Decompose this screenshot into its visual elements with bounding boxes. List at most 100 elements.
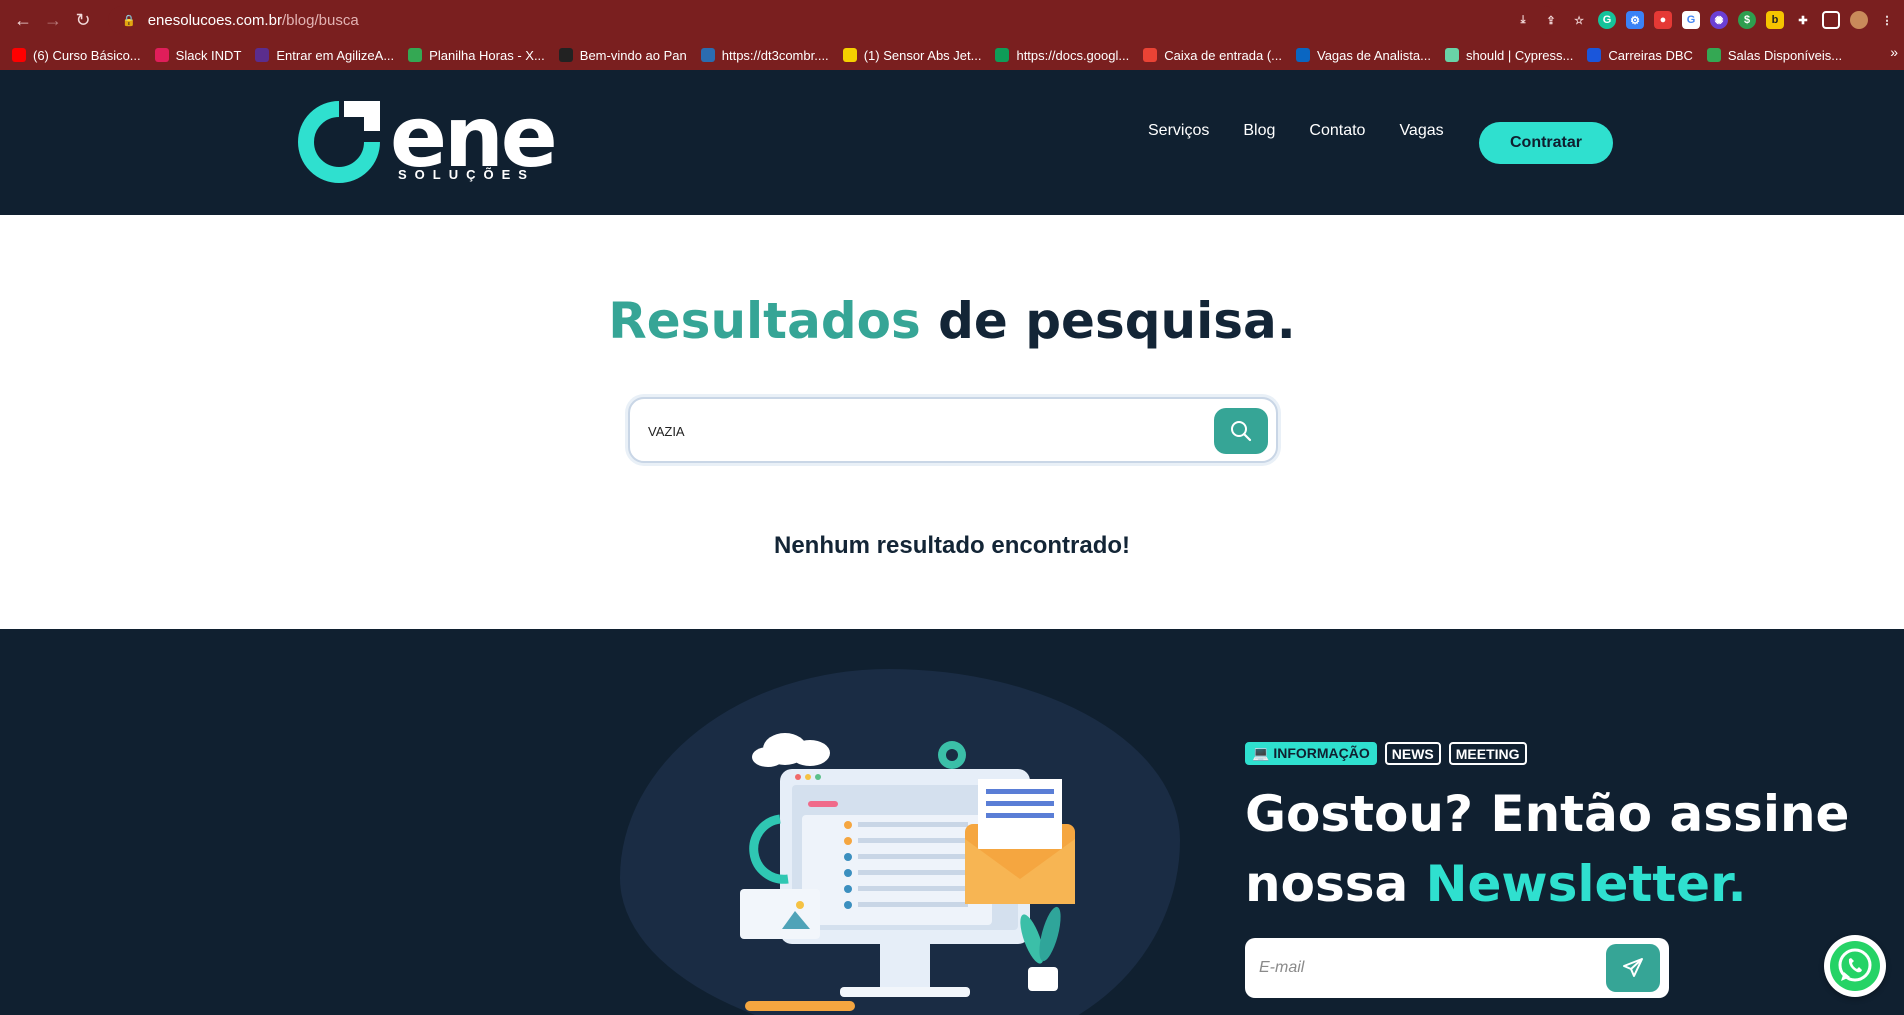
search-input[interactable] bbox=[648, 417, 1188, 445]
email-field[interactable] bbox=[1259, 954, 1589, 982]
puzzle-icon[interactable]: ✚ bbox=[1794, 11, 1812, 29]
bookmark-favicon-icon bbox=[700, 48, 715, 62]
bookmark-label: Slack INDT bbox=[175, 47, 242, 63]
bookmark-label: Salas Disponíveis... bbox=[1727, 47, 1843, 63]
nav-blog[interactable]: Blog bbox=[1243, 122, 1275, 140]
whatsapp-button[interactable] bbox=[1824, 935, 1886, 997]
bookmark-item[interactable]: should | Cypress... bbox=[1444, 47, 1574, 63]
bookmark-label: Planilha Horas - X... bbox=[429, 47, 545, 63]
profile-avatar[interactable] bbox=[1850, 11, 1868, 29]
nav-vagas[interactable]: Vagas bbox=[1399, 122, 1443, 140]
share-icon[interactable]: ⇪ bbox=[1542, 11, 1560, 29]
bookmark-item[interactable]: (1) Sensor Abs Jet... bbox=[842, 47, 982, 63]
bookmark-item[interactable]: Carreiras DBC bbox=[1587, 48, 1693, 63]
page-title-rest: de pesquisa. bbox=[920, 292, 1296, 350]
google-icon[interactable]: G bbox=[1682, 11, 1700, 29]
sidebar-icon[interactable] bbox=[1822, 11, 1840, 29]
search-button[interactable] bbox=[1214, 408, 1268, 454]
lock-icon: 🔒 bbox=[122, 14, 136, 27]
bookmark-favicon-icon bbox=[995, 48, 1010, 62]
bookmarks-more-icon[interactable]: » bbox=[1890, 44, 1898, 60]
bookmark-label: should | Cypress... bbox=[1465, 47, 1574, 63]
nav-contato[interactable]: Contato bbox=[1309, 122, 1365, 140]
bookmark-label: Entrar em AgilizeA... bbox=[276, 47, 395, 63]
logo-ring-icon bbox=[298, 101, 380, 183]
newsletter-section: 💻 INFORMAÇÃO NEWS MEETING Gostou? Então … bbox=[0, 629, 1904, 1015]
bookmarks-bar: (6) Curso Básico... Slack INDT Entrar em A… bbox=[0, 40, 1904, 70]
bookmark-item[interactable]: (6) Curso Básico... bbox=[12, 48, 141, 63]
bookmark-favicon-icon bbox=[1296, 48, 1310, 62]
bookmark-favicon-icon bbox=[558, 48, 573, 62]
bookmark-favicon-icon bbox=[1444, 48, 1459, 62]
forward-icon[interactable]: → bbox=[38, 5, 68, 35]
bookmark-label: Bem-vindo ao Pan bbox=[579, 47, 687, 63]
bookmark-favicon-icon bbox=[255, 48, 270, 62]
menu-kebab-icon[interactable]: ⋮ bbox=[1878, 11, 1896, 29]
bookmark-item[interactable]: https://dt3combr.... bbox=[700, 47, 829, 63]
bookmark-favicon-icon bbox=[1706, 48, 1721, 62]
bookmark-favicon-icon bbox=[154, 48, 169, 62]
tag-informacao[interactable]: 💻 INFORMAÇÃO bbox=[1245, 742, 1377, 765]
main-nav: Serviços Blog Contato Vagas bbox=[1148, 122, 1444, 140]
browser-chrome: ← → ↻ 🔒 enesolucoes.com.br/blog/busca ⤓ … bbox=[0, 0, 1904, 70]
newsletter-title-plain: nossa bbox=[1245, 855, 1426, 913]
address-bar[interactable]: 🔒 enesolucoes.com.br/blog/busca bbox=[108, 6, 1558, 34]
bookmark-favicon-icon bbox=[12, 48, 26, 62]
bookmark-label: https://docs.googl... bbox=[1016, 47, 1130, 63]
logo[interactable]: ene SOLUÇÕES bbox=[294, 89, 564, 187]
install-icon[interactable]: ⤓ bbox=[1514, 11, 1532, 29]
bookmark-label: Vagas de Analista... bbox=[1317, 47, 1431, 63]
newsletter-tags: 💻 INFORMAÇÃO NEWS MEETING bbox=[1245, 742, 1527, 765]
page-title: Resultados de pesquisa. bbox=[0, 292, 1904, 350]
newsletter-title-line2: nossa Newsletter. bbox=[1245, 849, 1865, 919]
nav-servicos[interactable]: Serviços bbox=[1148, 122, 1209, 140]
bookmark-item[interactable]: Caixa de entrada (... bbox=[1143, 48, 1282, 63]
bookmark-favicon-icon bbox=[842, 48, 857, 62]
extension-link-icon[interactable]: ⚙ bbox=[1626, 11, 1644, 29]
newsletter-form bbox=[1245, 938, 1669, 998]
reload-icon[interactable]: ↻ bbox=[68, 5, 98, 35]
bookmark-item[interactable]: Bem-vindo ao Pan bbox=[558, 47, 687, 63]
bookmark-item[interactable]: Salas Disponíveis... bbox=[1706, 47, 1843, 63]
search-box bbox=[628, 397, 1278, 463]
bookmark-item[interactable]: Vagas de Analista... bbox=[1296, 48, 1431, 63]
bookmark-favicon-icon bbox=[1143, 48, 1158, 62]
contratar-button[interactable]: Contratar bbox=[1479, 122, 1613, 164]
extension-red-icon[interactable]: ● bbox=[1654, 11, 1672, 29]
bookmark-favicon-icon bbox=[1587, 48, 1602, 62]
back-icon[interactable]: ← bbox=[8, 5, 38, 35]
subscribe-button[interactable] bbox=[1606, 944, 1660, 992]
bookmark-label: Carreiras DBC bbox=[1608, 47, 1693, 63]
search-icon bbox=[1231, 421, 1252, 442]
newsletter-illustration bbox=[740, 733, 1075, 1011]
bookmark-star-icon[interactable]: ☆ bbox=[1570, 11, 1588, 29]
browser-toolbar: ← → ↻ 🔒 enesolucoes.com.br/blog/busca ⤓ … bbox=[0, 0, 1904, 40]
send-icon bbox=[1623, 958, 1643, 977]
bookmark-item[interactable]: Entrar em AgilizeA... bbox=[255, 48, 394, 63]
whatsapp-icon bbox=[1830, 941, 1880, 991]
bookmark-label: (6) Curso Básico... bbox=[33, 47, 141, 63]
bookmark-favicon-icon bbox=[408, 48, 423, 62]
newsletter-title-highlight: Newsletter. bbox=[1425, 855, 1747, 913]
bookmark-item[interactable]: Slack INDT bbox=[154, 47, 242, 63]
tag-news[interactable]: NEWS bbox=[1384, 742, 1441, 765]
newsletter-title: Gostou? Então assine nossa Newsletter. bbox=[1245, 779, 1865, 919]
bookmark-label: https://dt3combr.... bbox=[721, 47, 829, 63]
newsletter-title-line1: Gostou? Então assine bbox=[1245, 785, 1850, 843]
extension-dollar-icon[interactable]: $ bbox=[1738, 11, 1756, 29]
bookmark-item[interactable]: Planilha Horas - X... bbox=[408, 48, 545, 63]
url-host: enesolucoes.com.br bbox=[147, 11, 282, 29]
no-results-message: Nenhum resultado encontrado! bbox=[773, 532, 1131, 559]
bookmark-label: Caixa de entrada (... bbox=[1164, 47, 1282, 63]
bookmark-item[interactable]: https://docs.googl... bbox=[995, 48, 1129, 63]
bookmark-label: (1) Sensor Abs Jet... bbox=[863, 47, 982, 63]
page-title-highlight: Resultados bbox=[608, 292, 921, 350]
tag-meeting[interactable]: MEETING bbox=[1448, 742, 1527, 765]
extension-b-icon[interactable]: b bbox=[1766, 11, 1784, 29]
logo-subtitle: SOLUÇÕES bbox=[398, 167, 535, 182]
grammarly-icon[interactable]: G bbox=[1598, 11, 1616, 29]
extension-purple-icon[interactable]: ✺ bbox=[1710, 11, 1728, 29]
url-path: /blog/busca bbox=[281, 11, 359, 29]
extensions-area: ⤓ ⇪ ☆ G ⚙ ● G ✺ $ b ✚ ⋮ bbox=[1514, 8, 1896, 32]
site-header: ene SOLUÇÕES Serviços Blog Contato Vagas… bbox=[0, 70, 1904, 215]
